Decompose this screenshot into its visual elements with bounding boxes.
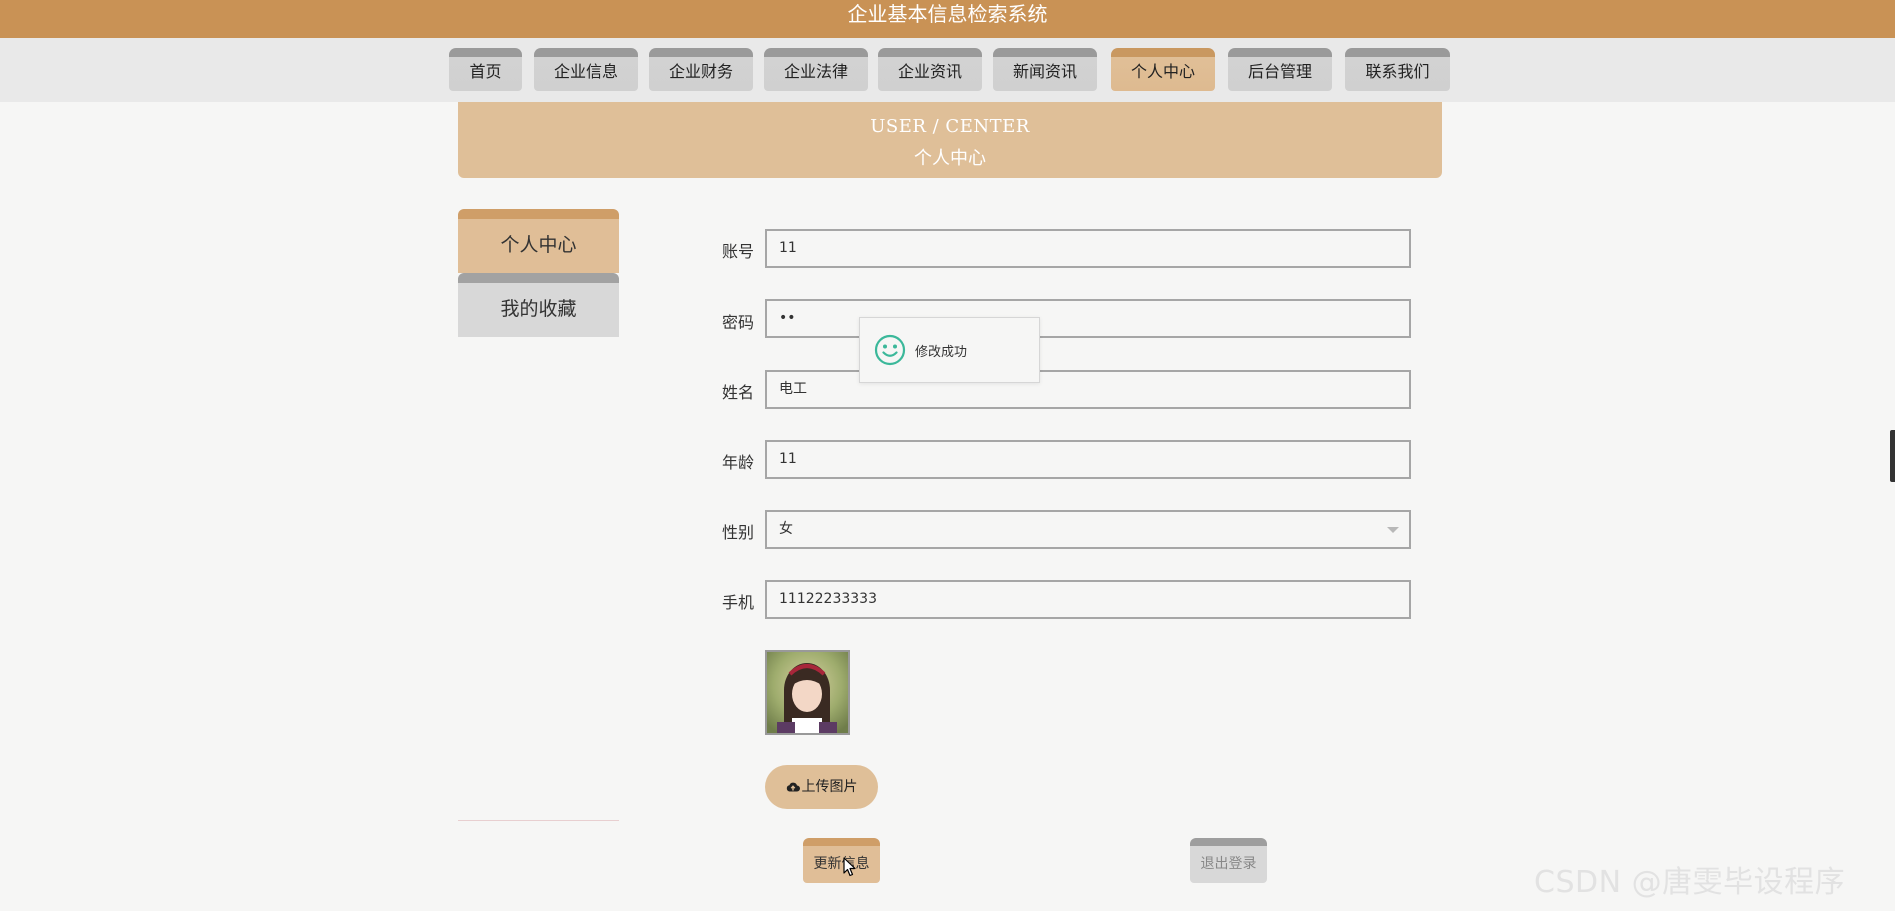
side-item-user-center[interactable]: 个人中心 xyxy=(458,209,619,273)
nav-item-home[interactable]: 首页 xyxy=(449,48,522,91)
nav-item-enterprise-info[interactable]: 企业信息 xyxy=(534,48,638,91)
main-nav: 首页 企业信息 企业财务 企业法律 企业资讯 新闻资讯 个人中心 后台管理 联系… xyxy=(0,38,1895,102)
nav-item-enterprise-law[interactable]: 企业法律 xyxy=(764,48,868,91)
banner-title-en: USER / CENTER xyxy=(870,116,1030,137)
cloud-upload-icon xyxy=(786,782,800,792)
nav-item-enterprise-finance[interactable]: 企业财务 xyxy=(649,48,753,91)
side-divider xyxy=(458,820,619,821)
age-input[interactable]: 11 xyxy=(765,440,1411,479)
nav-item-admin[interactable]: 后台管理 xyxy=(1228,48,1332,91)
success-toast: 修改成功 xyxy=(859,317,1040,383)
nav-item-enterprise-news[interactable]: 企业资讯 xyxy=(878,48,982,91)
gender-select[interactable]: 女 xyxy=(765,510,1411,549)
smile-icon xyxy=(874,334,906,366)
watermark: CSDN @唐雯毕设程序 xyxy=(1534,865,1846,900)
app-title: 企业基本信息检索系统 xyxy=(847,2,1048,26)
avatar-image xyxy=(767,652,848,733)
page-banner: USER / CENTER 个人中心 xyxy=(458,102,1442,178)
nav-item-user-center[interactable]: 个人中心 xyxy=(1111,48,1215,91)
avatar xyxy=(765,650,850,735)
upload-button-label: 上传图片 xyxy=(801,779,858,795)
app-header: 企业基本信息检索系统 xyxy=(0,0,1895,38)
toast-message: 修改成功 xyxy=(915,345,968,360)
gender-label: 性别 xyxy=(721,523,754,542)
update-info-button[interactable]: 更新信息 xyxy=(803,838,880,883)
chevron-down-icon xyxy=(1387,527,1399,533)
mouse-cursor-icon xyxy=(843,857,856,877)
name-label: 姓名 xyxy=(721,383,754,402)
account-label: 账号 xyxy=(721,242,754,261)
upload-image-button[interactable]: 上传图片 xyxy=(765,765,878,809)
banner-title-zh: 个人中心 xyxy=(914,148,986,169)
age-label: 年龄 xyxy=(721,453,754,472)
gender-selected-value: 女 xyxy=(779,521,793,537)
phone-label: 手机 xyxy=(721,593,754,612)
nav-item-contact[interactable]: 联系我们 xyxy=(1345,48,1450,91)
logout-button[interactable]: 退出登录 xyxy=(1190,838,1267,883)
nav-item-news[interactable]: 新闻资讯 xyxy=(993,48,1097,91)
scroll-handle[interactable] xyxy=(1890,430,1895,482)
account-input[interactable]: 11 xyxy=(765,229,1411,268)
side-item-favorites[interactable]: 我的收藏 xyxy=(458,273,619,337)
password-label: 密码 xyxy=(721,313,754,332)
phone-input[interactable]: 11122233333 xyxy=(765,580,1411,619)
